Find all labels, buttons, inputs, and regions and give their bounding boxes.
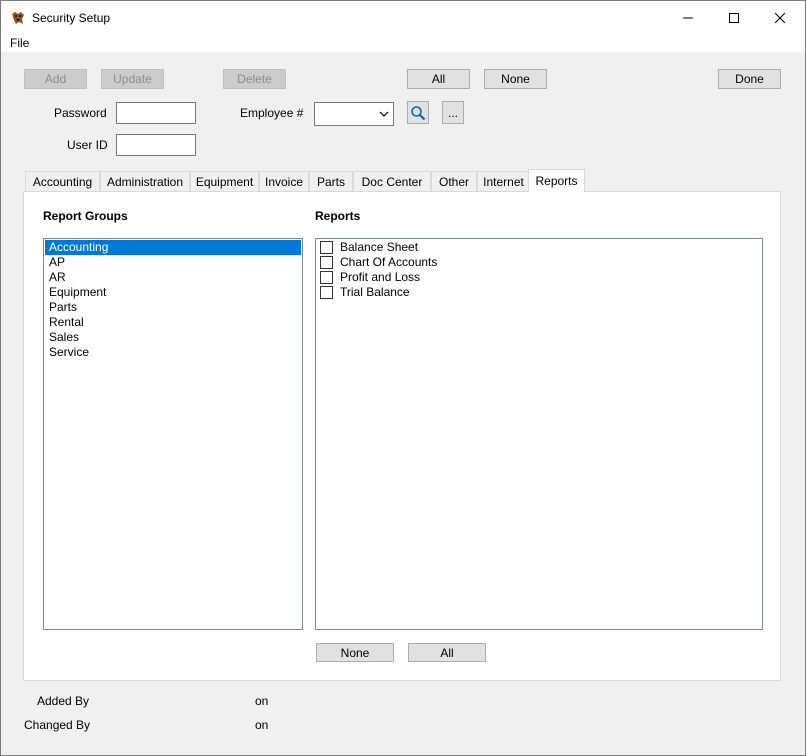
menu-bar: File [1,34,805,52]
list-item[interactable]: Accounting [45,240,301,255]
security-setup-window: Security Setup File Add Update Delete Al… [0,0,806,756]
tab-accounting[interactable]: Accounting [25,171,100,191]
window-title: Security Setup [32,11,111,25]
report-checkbox[interactable] [320,256,333,269]
reports-all-button[interactable]: All [408,643,486,662]
list-item[interactable]: Sales [45,330,79,345]
tab-administration[interactable]: Administration [100,171,190,191]
tab-doc-center[interactable]: Doc Center [353,171,431,191]
reports-none-button[interactable]: None [316,643,394,662]
reports-title: Reports [315,209,361,223]
search-icon [411,105,426,120]
title-bar[interactable]: Security Setup [1,1,805,34]
list-item[interactable]: AP [45,255,65,270]
report-checkbox[interactable] [320,286,333,299]
tab-parts[interactable]: Parts [309,171,353,191]
list-item[interactable]: Equipment [45,285,106,300]
maximize-button[interactable] [711,1,757,34]
report-groups-title: Report Groups [43,209,128,223]
minimize-button[interactable] [665,1,711,34]
close-button[interactable] [757,1,803,34]
dog-app-icon [10,10,26,26]
reports-tab-panel: Report Groups Reports Accounting AP AR E… [23,191,781,681]
report-groups-list[interactable]: Accounting AP AR Equipment Parts Rental … [43,238,303,630]
reports-checklist[interactable]: Balance Sheet Chart Of Accounts Profit a… [315,238,763,630]
maximize-icon [729,12,739,23]
changed-on-label: on [255,718,269,732]
password-field[interactable] [116,102,196,124]
employee-search-button[interactable] [407,101,429,124]
delete-button[interactable]: Delete [223,69,286,89]
userid-label: User ID [67,138,108,152]
menu-file[interactable]: File [10,36,29,50]
list-item[interactable]: Rental [45,315,84,330]
report-checkbox[interactable] [320,271,333,284]
userid-field[interactable] [116,134,196,156]
report-checkbox[interactable] [320,241,333,254]
tab-other[interactable]: Other [431,171,477,191]
added-by-label: Added By [37,694,90,708]
tab-invoice[interactable]: Invoice [259,171,309,191]
list-item[interactable]: AR [45,270,66,285]
close-icon [775,12,785,23]
employee-browse-button[interactable]: ... [442,101,464,124]
done-button[interactable]: Done [718,69,781,89]
minimize-icon [683,17,693,18]
all-button[interactable]: All [407,69,470,89]
report-label: Profit and Loss [340,270,421,284]
list-item[interactable]: Parts [45,300,77,315]
report-label: Trial Balance [340,285,410,299]
none-button[interactable]: None [484,69,547,89]
added-on-label: on [255,694,269,708]
changed-by-label: Changed By [24,718,91,732]
employee-label: Employee # [240,106,304,120]
update-button[interactable]: Update [101,69,164,89]
password-label: Password [54,106,107,120]
chevron-down-icon [379,108,389,122]
report-label: Balance Sheet [340,240,419,254]
add-button[interactable]: Add [24,69,87,89]
tab-equipment[interactable]: Equipment [190,171,259,191]
tab-reports[interactable]: Reports [528,169,585,192]
list-item[interactable]: Service [45,345,89,360]
employee-select[interactable] [314,102,394,126]
tab-internet[interactable]: Internet [477,171,530,191]
report-label: Chart Of Accounts [340,255,438,269]
